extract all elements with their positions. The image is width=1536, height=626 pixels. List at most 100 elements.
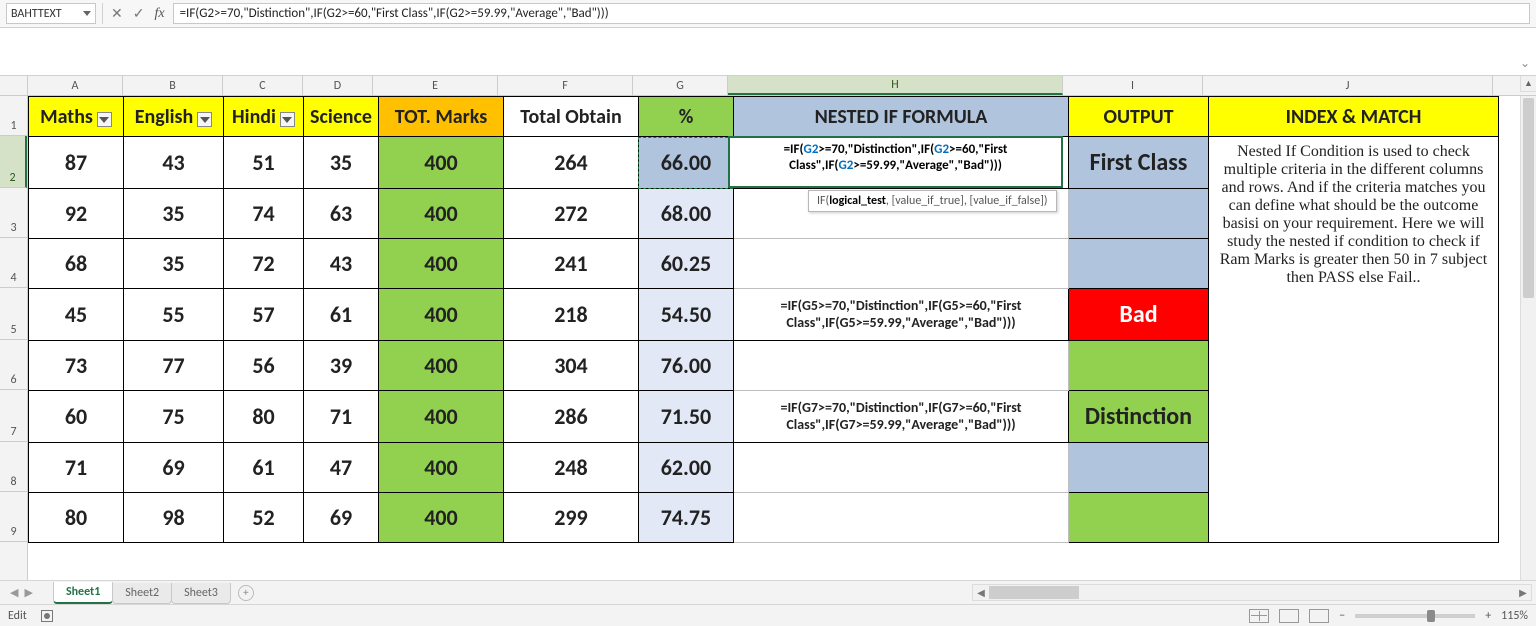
cell-A8[interactable]: 71: [29, 443, 124, 493]
cell-I4[interactable]: [1068, 239, 1208, 289]
sheet-tab-sheet2[interactable]: Sheet2: [112, 583, 172, 604]
cell-G6[interactable]: 76.00: [638, 341, 733, 391]
zoom-in-button[interactable]: +: [1485, 609, 1491, 623]
cell-A4[interactable]: 68: [29, 239, 124, 289]
row-header-8[interactable]: 8: [0, 442, 27, 492]
cell-B6[interactable]: 77: [124, 341, 224, 391]
cancel-icon[interactable]: ✕: [111, 5, 123, 22]
cell-A6[interactable]: 73: [29, 341, 124, 391]
cell-B5[interactable]: 55: [124, 289, 224, 341]
header-cell-A[interactable]: Maths: [29, 97, 124, 137]
cell-E4[interactable]: 400: [378, 239, 503, 289]
cell-I6[interactable]: [1068, 341, 1208, 391]
column-header-C[interactable]: C: [223, 76, 303, 95]
cell-E7[interactable]: 400: [378, 391, 503, 443]
scroll-up-button[interactable]: ▲: [1520, 76, 1536, 92]
enter-icon[interactable]: ✓: [133, 5, 145, 22]
cell-F5[interactable]: 218: [503, 289, 638, 341]
header-cell-F[interactable]: Total Obtain: [503, 97, 638, 137]
hscroll-right[interactable]: ▶: [1515, 586, 1531, 599]
cell-E3[interactable]: 400: [378, 189, 503, 239]
filter-button-icon[interactable]: [97, 112, 112, 127]
cell-A5[interactable]: 45: [29, 289, 124, 341]
cell-A2[interactable]: 87: [29, 137, 124, 189]
header-cell-J[interactable]: INDEX & MATCH: [1208, 97, 1498, 137]
cell-I2[interactable]: First Class: [1068, 137, 1208, 189]
cell-D5[interactable]: 61: [304, 289, 379, 341]
cell-H6[interactable]: [733, 341, 1068, 391]
cell-B4[interactable]: 35: [124, 239, 224, 289]
cell-D4[interactable]: 43: [304, 239, 379, 289]
cell-G9[interactable]: 74.75: [638, 493, 733, 543]
cell-F8[interactable]: 248: [503, 443, 638, 493]
cell-E9[interactable]: 400: [378, 493, 503, 543]
vertical-scrollbar[interactable]: [1520, 96, 1536, 580]
header-cell-D[interactable]: Science: [304, 97, 379, 137]
zoom-slider-knob[interactable]: [1427, 610, 1435, 622]
cell-G2[interactable]: 66.00: [638, 137, 733, 189]
cell-C9[interactable]: 52: [224, 493, 304, 543]
cell-H5[interactable]: =IF(G5>=70,"Distinction",IF(G5>=60,"Firs…: [733, 289, 1068, 341]
cell-C6[interactable]: 56: [224, 341, 304, 391]
cell-G8[interactable]: 62.00: [638, 443, 733, 493]
cell-D6[interactable]: 39: [304, 341, 379, 391]
column-header-I[interactable]: I: [1063, 76, 1203, 95]
cell-C5[interactable]: 57: [224, 289, 304, 341]
cell-editor-H2[interactable]: =IF(G2>=70,"Distinction",IF(G2>=60,"Firs…: [728, 136, 1063, 188]
cell-B9[interactable]: 98: [124, 493, 224, 543]
cell-E2[interactable]: 400: [378, 137, 503, 189]
collapse-formula-icon[interactable]: ⌄: [1520, 56, 1530, 71]
sheet-tab-sheet3[interactable]: Sheet3: [171, 583, 231, 604]
header-cell-B[interactable]: English: [124, 97, 224, 137]
cell-B7[interactable]: 75: [124, 391, 224, 443]
row-header-2[interactable]: 2: [0, 136, 27, 188]
cell-I5[interactable]: Bad: [1068, 289, 1208, 341]
cell-C3[interactable]: 74: [224, 189, 304, 239]
row-header-6[interactable]: 6: [0, 340, 27, 390]
cell-A3[interactable]: 92: [29, 189, 124, 239]
cell-I3[interactable]: [1068, 189, 1208, 239]
header-cell-G[interactable]: %: [638, 97, 733, 137]
cell-E5[interactable]: 400: [378, 289, 503, 341]
cell-H9[interactable]: [733, 493, 1068, 543]
cell-B3[interactable]: 35: [124, 189, 224, 239]
macro-record-icon[interactable]: [41, 610, 53, 622]
cell-C2[interactable]: 51: [224, 137, 304, 189]
cell-A9[interactable]: 80: [29, 493, 124, 543]
cell-F4[interactable]: 241: [503, 239, 638, 289]
row-header-9[interactable]: 9: [0, 492, 27, 542]
row-header-7[interactable]: 7: [0, 390, 27, 442]
vscroll-thumb[interactable]: [1523, 98, 1534, 298]
cell-G5[interactable]: 54.50: [638, 289, 733, 341]
sheet-tab-sheet1[interactable]: Sheet1: [53, 582, 113, 604]
cell-H7[interactable]: =IF(G7>=70,"Distinction",IF(G7>=60,"Firs…: [733, 391, 1068, 443]
fx-icon[interactable]: fx: [154, 6, 164, 22]
column-header-H[interactable]: H: [728, 76, 1063, 95]
hscroll-track[interactable]: [989, 585, 1515, 600]
cell-C4[interactable]: 72: [224, 239, 304, 289]
cell-A7[interactable]: 60: [29, 391, 124, 443]
sheet-nav[interactable]: ◀▶: [0, 586, 43, 599]
cell-C8[interactable]: 61: [224, 443, 304, 493]
filter-button-icon[interactable]: [280, 112, 295, 127]
cell-B8[interactable]: 69: [124, 443, 224, 493]
hscroll-thumb[interactable]: [989, 586, 1079, 599]
cell-F2[interactable]: 264: [503, 137, 638, 189]
cell-F6[interactable]: 304: [503, 341, 638, 391]
column-header-G[interactable]: G: [633, 76, 728, 95]
header-cell-I[interactable]: OUTPUT: [1068, 97, 1208, 137]
zoom-slider[interactable]: [1355, 614, 1475, 618]
add-sheet-button[interactable]: +: [238, 585, 254, 601]
cell-D9[interactable]: 69: [304, 493, 379, 543]
cell-F9[interactable]: 299: [503, 493, 638, 543]
formula-input[interactable]: =IF(G2>=70,"Distinction",IF(G2>=60,"Firs…: [173, 3, 1530, 24]
cell-F3[interactable]: 272: [503, 189, 638, 239]
cell-E8[interactable]: 400: [378, 443, 503, 493]
cell-C7[interactable]: 80: [224, 391, 304, 443]
cell-B2[interactable]: 43: [124, 137, 224, 189]
cell-G4[interactable]: 60.25: [638, 239, 733, 289]
row-header-5[interactable]: 5: [0, 288, 27, 340]
cell-H8[interactable]: [733, 443, 1068, 493]
column-header-F[interactable]: F: [498, 76, 633, 95]
cell-D7[interactable]: 71: [304, 391, 379, 443]
